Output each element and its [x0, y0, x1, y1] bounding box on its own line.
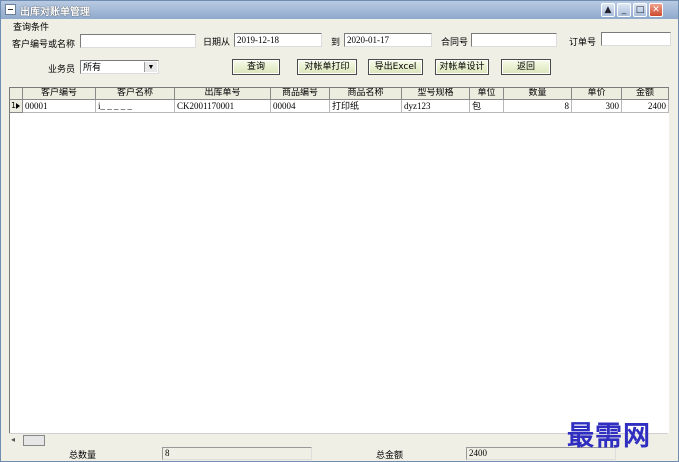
main-window: 出库对账单管理 ▲ _ □ ✕ 查询条件 客户编号或名称 日期从 2019-12…: [0, 0, 679, 462]
window-menu-icon[interactable]: [5, 4, 16, 15]
close-button[interactable]: ✕: [649, 3, 663, 17]
date-from-input[interactable]: 2019-12-18: [234, 33, 322, 47]
table-cell[interactable]: i_ _ _ _ _: [96, 100, 175, 113]
table-cell[interactable]: 00004: [271, 100, 330, 113]
table-cell[interactable]: 2400: [622, 100, 669, 113]
total-amount-label: 总金额: [376, 451, 404, 461]
order-label: 订单号: [569, 38, 597, 48]
total-qty-label: 总数量: [69, 451, 97, 461]
current-row-icon: [16, 103, 20, 109]
total-qty-value: 8: [162, 447, 312, 460]
date-from-label: 日期从: [203, 38, 231, 48]
column-header[interactable]: 客户名称: [96, 88, 175, 100]
customer-input[interactable]: [80, 34, 196, 48]
column-header[interactable]: 出库单号: [175, 88, 271, 100]
query-group-label: 查询条件: [13, 23, 50, 33]
salesman-label: 业务员: [48, 65, 76, 75]
salesman-value: 所有: [83, 62, 102, 72]
contract-label: 合同号: [441, 38, 469, 48]
scroll-left-icon[interactable]: ◂: [11, 435, 15, 444]
table-cell[interactable]: dyz123: [402, 100, 470, 113]
column-header[interactable]: 单价: [572, 88, 622, 100]
export-excel-button[interactable]: 导出Excel: [368, 59, 423, 75]
salesman-select[interactable]: 所有 ▼: [80, 60, 159, 74]
order-input[interactable]: [601, 32, 671, 46]
table-cell[interactable]: 300: [572, 100, 622, 113]
column-header[interactable]: 数量: [504, 88, 572, 100]
contract-input[interactable]: [471, 33, 557, 47]
column-header[interactable]: 商品名称: [330, 88, 402, 100]
column-header[interactable]: 单位: [470, 88, 504, 100]
table-cell[interactable]: 00001: [23, 100, 96, 113]
column-header[interactable]: 客户编号: [23, 88, 96, 100]
date-to-label: 到: [331, 38, 341, 48]
table-cell[interactable]: 包: [470, 100, 504, 113]
customer-label: 客户编号或名称: [12, 40, 76, 50]
restore-button[interactable]: □: [633, 3, 647, 17]
back-button[interactable]: 返回: [501, 59, 551, 75]
column-header[interactable]: 商品编号: [271, 88, 330, 100]
watermark-logo: 最需网: [567, 421, 651, 452]
date-to-input[interactable]: 2020-01-17: [344, 33, 432, 47]
chevron-down-icon[interactable]: ▼: [144, 62, 157, 72]
print-statement-button[interactable]: 对帐单打印: [297, 59, 357, 75]
row-header-corner: [10, 88, 23, 100]
title-bar[interactable]: 出库对账单管理 ▲ _ □ ✕: [1, 1, 678, 19]
help-button[interactable]: ▲: [601, 3, 615, 17]
table-cell[interactable]: CK2001170001: [175, 100, 271, 113]
scroll-thumb[interactable]: [23, 435, 45, 446]
design-statement-button[interactable]: 对帐单设计: [435, 59, 489, 75]
column-header[interactable]: 金额: [622, 88, 669, 100]
window-title: 出库对账单管理: [20, 7, 90, 18]
column-header[interactable]: 型号规格: [402, 88, 470, 100]
query-button[interactable]: 查询: [232, 59, 280, 75]
row-header[interactable]: 1: [10, 100, 23, 113]
table-cell[interactable]: 8: [504, 100, 572, 113]
data-grid[interactable]: 客户编号 客户名称 出库单号 商品编号 商品名称 型号规格 单位 数量 单价 金…: [9, 87, 669, 434]
table-cell[interactable]: 打印纸: [330, 100, 402, 113]
minimize-button[interactable]: _: [617, 3, 631, 17]
